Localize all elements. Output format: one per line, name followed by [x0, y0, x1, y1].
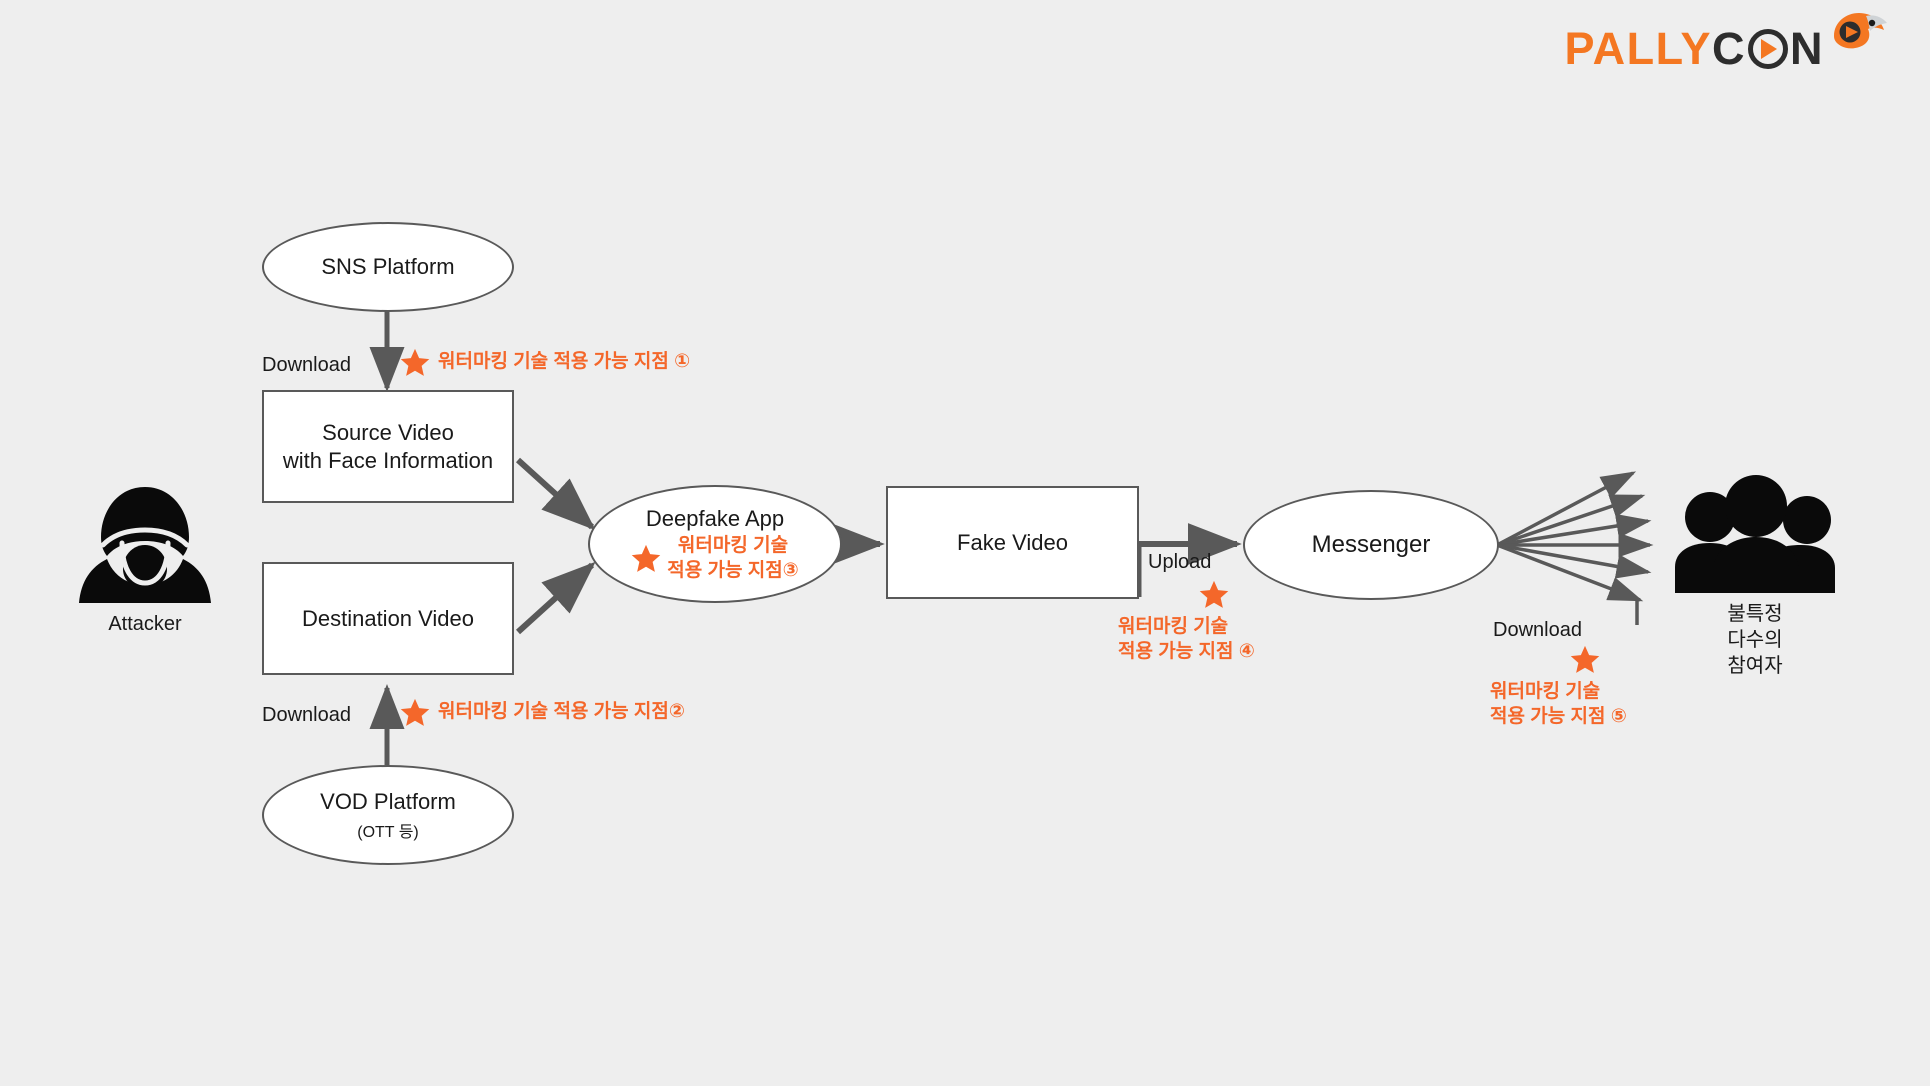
star-icon — [400, 348, 430, 376]
hooded-attacker-icon — [79, 487, 211, 603]
edge-label-download-1: Download — [262, 354, 351, 376]
node-fake-video-label: Fake Video — [957, 529, 1068, 555]
watermark-point-2-text: 워터마킹 기술 적용 가능 지점② — [438, 701, 685, 723]
watermark-point-4: 워터마킹 기술 적용 가능 지점 ④ — [1118, 580, 1318, 664]
logo-text-n: N — [1790, 23, 1824, 74]
watermark-point-1: 워터마킹 기술 적용 가능 지점 ① — [400, 348, 690, 377]
node-vod-platform-label: VOD Platform — [320, 789, 456, 815]
star-icon — [631, 545, 661, 573]
actor-participants-caption: 불특정 다수의 참여자 — [1727, 603, 1783, 677]
watermark-point-5: 워터마킹 기술 적용 가능 지점 ⑤ — [1490, 645, 1690, 729]
logo-wordmark: PALLY C N — [1564, 26, 1824, 71]
node-source-video: Source Video with Face Information — [262, 390, 514, 503]
edge-messenger-fanout — [1496, 471, 1654, 602]
group-of-people-icon — [1675, 475, 1835, 593]
node-vod-platform: VOD Platform (OTT 등) — [262, 765, 514, 865]
pallycon-logo: PALLY C N — [1564, 13, 1888, 71]
watermark-point-3: 워터마킹 기술 적용 가능 지점③ — [631, 534, 799, 583]
node-fake-video: Fake Video — [886, 486, 1139, 599]
logo-text-c: C — [1712, 23, 1746, 74]
watermark-point-1-text: 워터마킹 기술 적용 가능 지점 ① — [438, 351, 691, 373]
edge-label-download-3: Download — [1493, 619, 1582, 641]
actor-participants: 불특정 다수의 참여자 — [1665, 475, 1845, 679]
node-destination-video-label: Destination Video — [301, 605, 475, 631]
node-deepfake-app-label: Deepfake App — [645, 505, 785, 531]
node-sns-platform-label: SNS Platform — [321, 254, 455, 280]
watermark-point-5-text: 워터마킹 기술 적용 가능 지점 ⑤ — [1490, 681, 1627, 727]
node-vod-platform-sublabel: (OTT 등) — [357, 823, 419, 841]
bird-mascot-icon — [1834, 13, 1887, 49]
logo-text-pally: PALLY — [1564, 23, 1712, 74]
watermark-point-2: 워터마킹 기술 적용 가능 지점② — [400, 698, 685, 727]
actor-attacker: Attacker — [70, 483, 220, 637]
node-destination-video: Destination Video — [262, 562, 514, 675]
watermark-point-3-text: 워터마킹 기술 적용 가능 지점③ — [667, 535, 799, 581]
node-messenger-label: Messenger — [1311, 531, 1431, 558]
logo-play-o-icon — [1748, 28, 1788, 69]
node-source-video-label: Source Video with Face Information — [282, 420, 494, 473]
watermark-point-4-text: 워터마킹 기술 적용 가능 지점 ④ — [1118, 616, 1255, 662]
edge-source-to-deepfake — [515, 457, 596, 531]
edge-label-download-2: Download — [262, 704, 351, 726]
actor-attacker-caption: Attacker — [108, 613, 182, 635]
star-icon — [1570, 645, 1600, 673]
edge-destination-to-deepfake — [515, 561, 596, 635]
node-sns-platform: SNS Platform — [262, 222, 514, 312]
node-deepfake-app: Deepfake App 워터마킹 기술 적용 가능 지점③ — [588, 485, 842, 603]
edge-label-upload: Upload — [1148, 551, 1212, 573]
star-icon — [1199, 580, 1229, 608]
star-icon — [400, 698, 430, 726]
